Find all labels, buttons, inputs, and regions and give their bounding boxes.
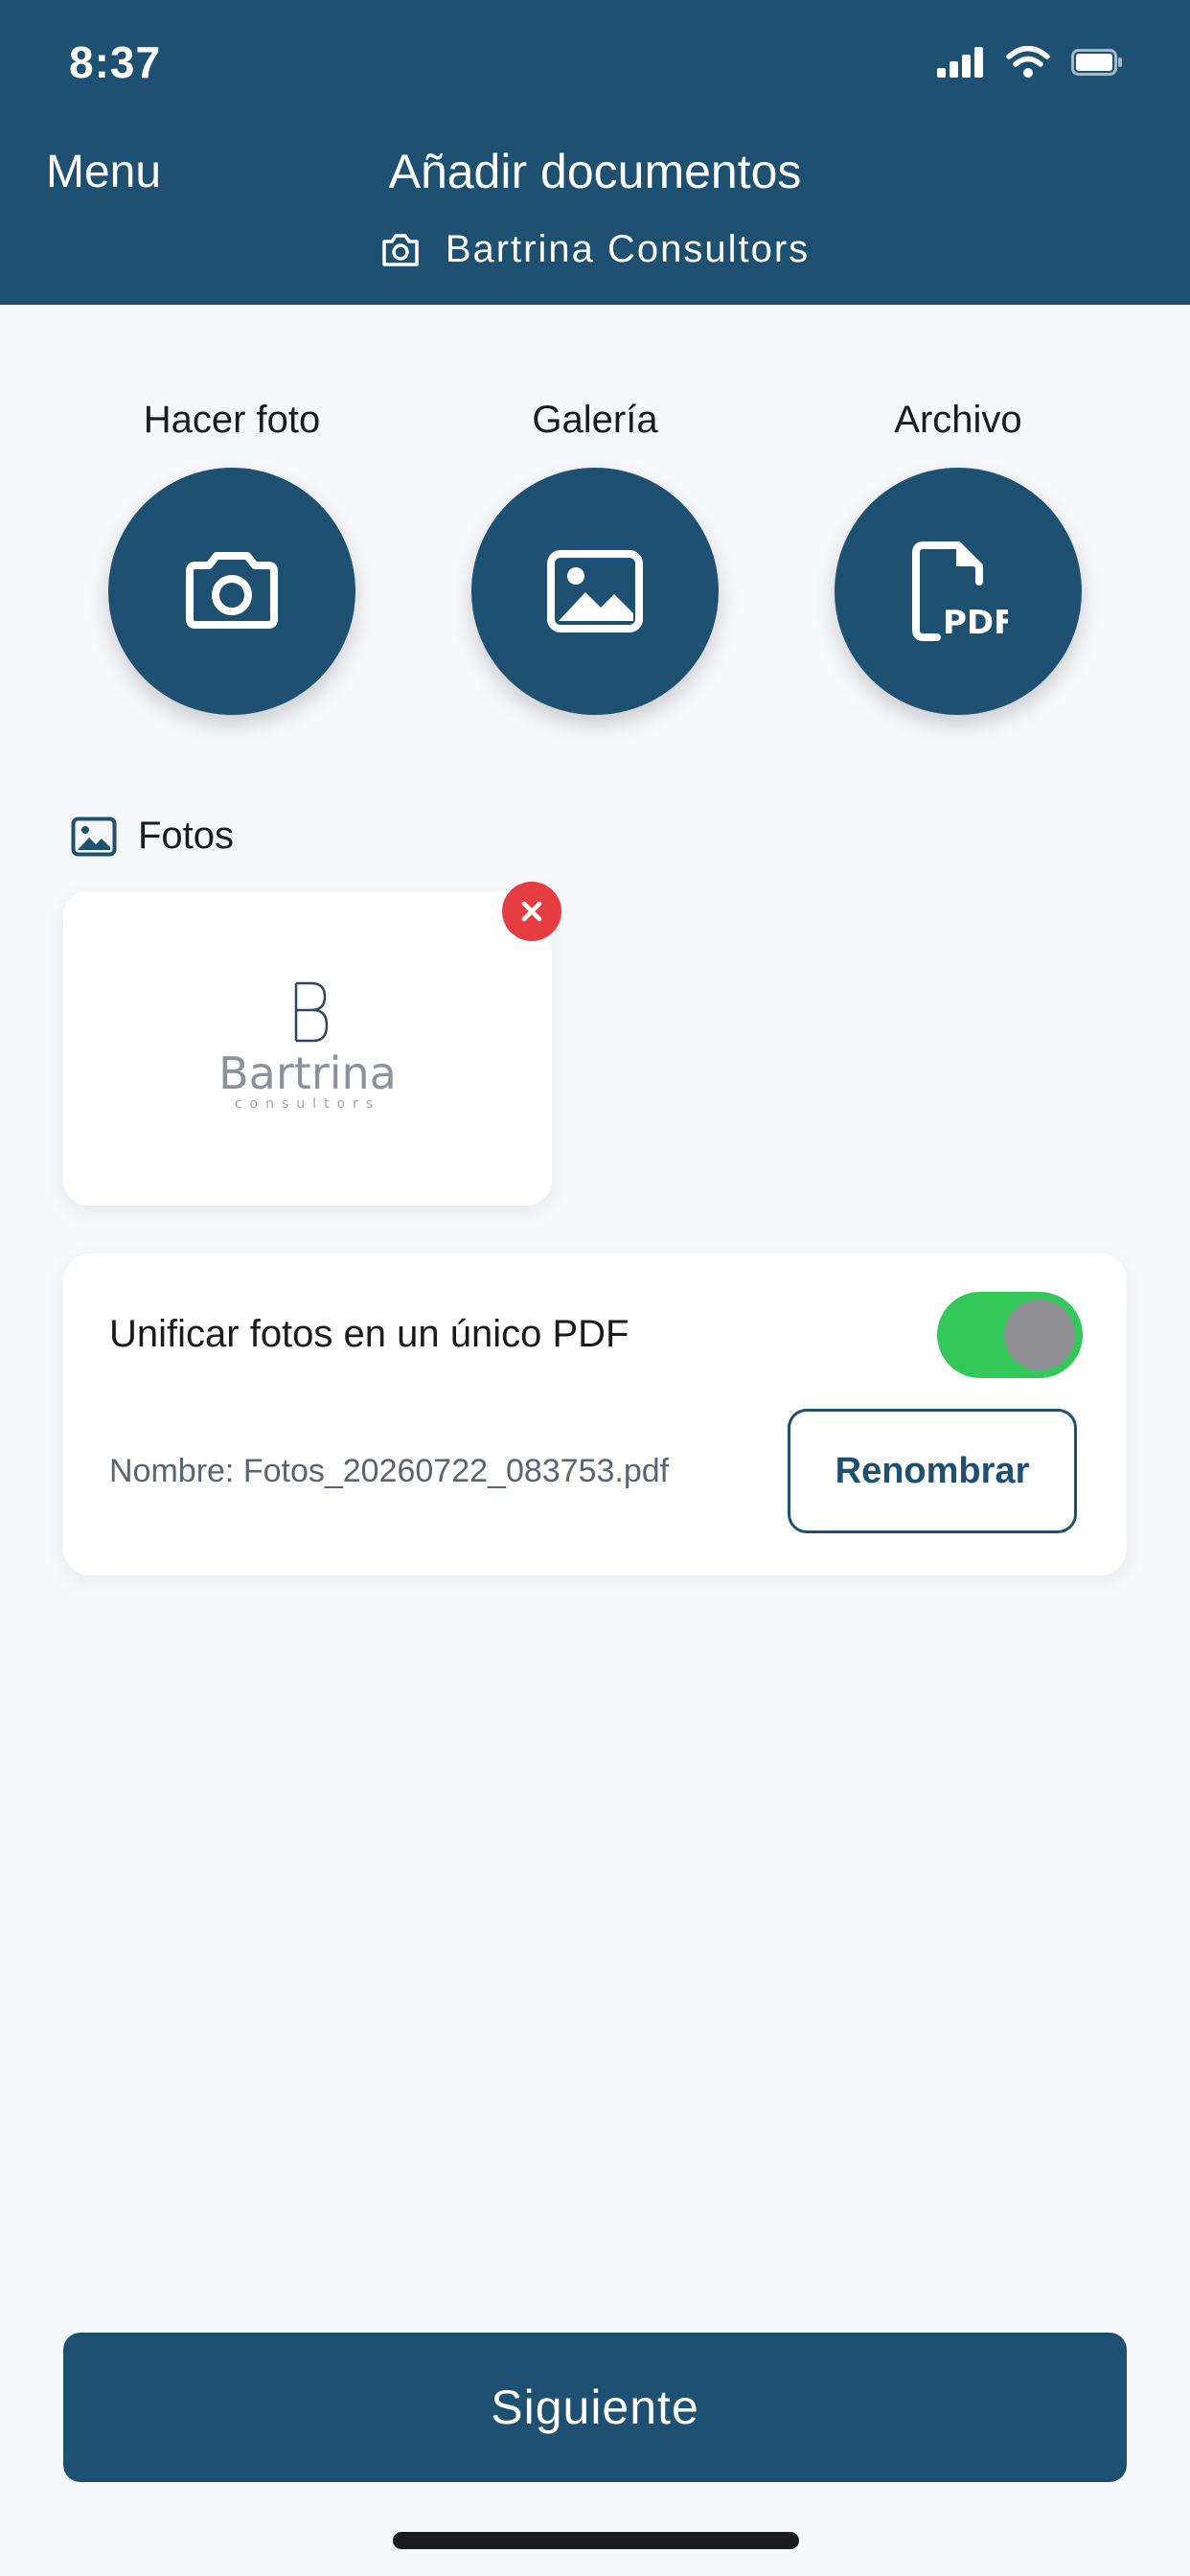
status-icons — [937, 46, 1123, 79]
app-header: 8:37 Menu Añadir documentos Bartrina Con… — [0, 0, 1190, 305]
wifi-icon — [1006, 46, 1050, 78]
svg-text:PDF: PDF — [943, 604, 1008, 641]
merge-pdf-toggle[interactable] — [937, 1292, 1083, 1378]
next-button[interactable]: Siguiente — [63, 2333, 1127, 2482]
status-time: 8:37 — [69, 37, 162, 87]
action-file: Archivo PDF — [814, 391, 1102, 715]
logo-subtext: consultors — [235, 1096, 380, 1112]
close-icon — [521, 901, 542, 922]
image-icon — [71, 816, 117, 856]
pdf-file-name: Nombre: Fotos_20260722_083753.pdf — [109, 1453, 670, 1489]
photos-section-title: Fotos — [138, 815, 235, 857]
header-subtitle: Bartrina Consultors — [0, 228, 1190, 271]
company-name: Bartrina Consultors — [445, 228, 811, 270]
merge-pdf-card: Unificar fotos en un único PDF Nombre: F… — [63, 1254, 1127, 1576]
cellular-signal-icon — [937, 47, 983, 78]
pdf-file-icon: PDF — [912, 541, 1008, 641]
bartrina-logo: Bartrina consultors — [63, 891, 552, 1206]
toggle-knob — [1004, 1300, 1075, 1370]
action-label: Archivo — [894, 399, 1022, 441]
gallery-button[interactable] — [471, 468, 719, 715]
action-gallery: Galería — [451, 391, 739, 715]
action-label: Hacer foto — [143, 399, 321, 441]
file-button[interactable]: PDF — [835, 468, 1082, 715]
battery-icon — [1071, 49, 1122, 76]
take-photo-button[interactable] — [108, 468, 355, 715]
image-icon — [547, 550, 643, 632]
photo-thumbnail[interactable]: Bartrina consultors — [63, 891, 552, 1206]
photos-section-header: Fotos — [71, 815, 234, 858]
camera-icon — [382, 233, 419, 266]
rename-button[interactable]: Renombrar — [788, 1409, 1077, 1533]
action-take-photo: Hacer foto — [88, 391, 376, 715]
remove-photo-button[interactable] — [502, 882, 561, 941]
logo-text: Bartrina — [218, 1047, 397, 1099]
bartrina-logo-image: Bartrina consultors — [218, 981, 397, 1112]
action-label: Galería — [532, 399, 658, 441]
merge-pdf-label: Unificar fotos en un único PDF — [109, 1313, 629, 1355]
camera-icon — [186, 552, 278, 629]
page-title: Añadir documentos — [388, 145, 802, 198]
home-indicator — [393, 2532, 799, 2549]
